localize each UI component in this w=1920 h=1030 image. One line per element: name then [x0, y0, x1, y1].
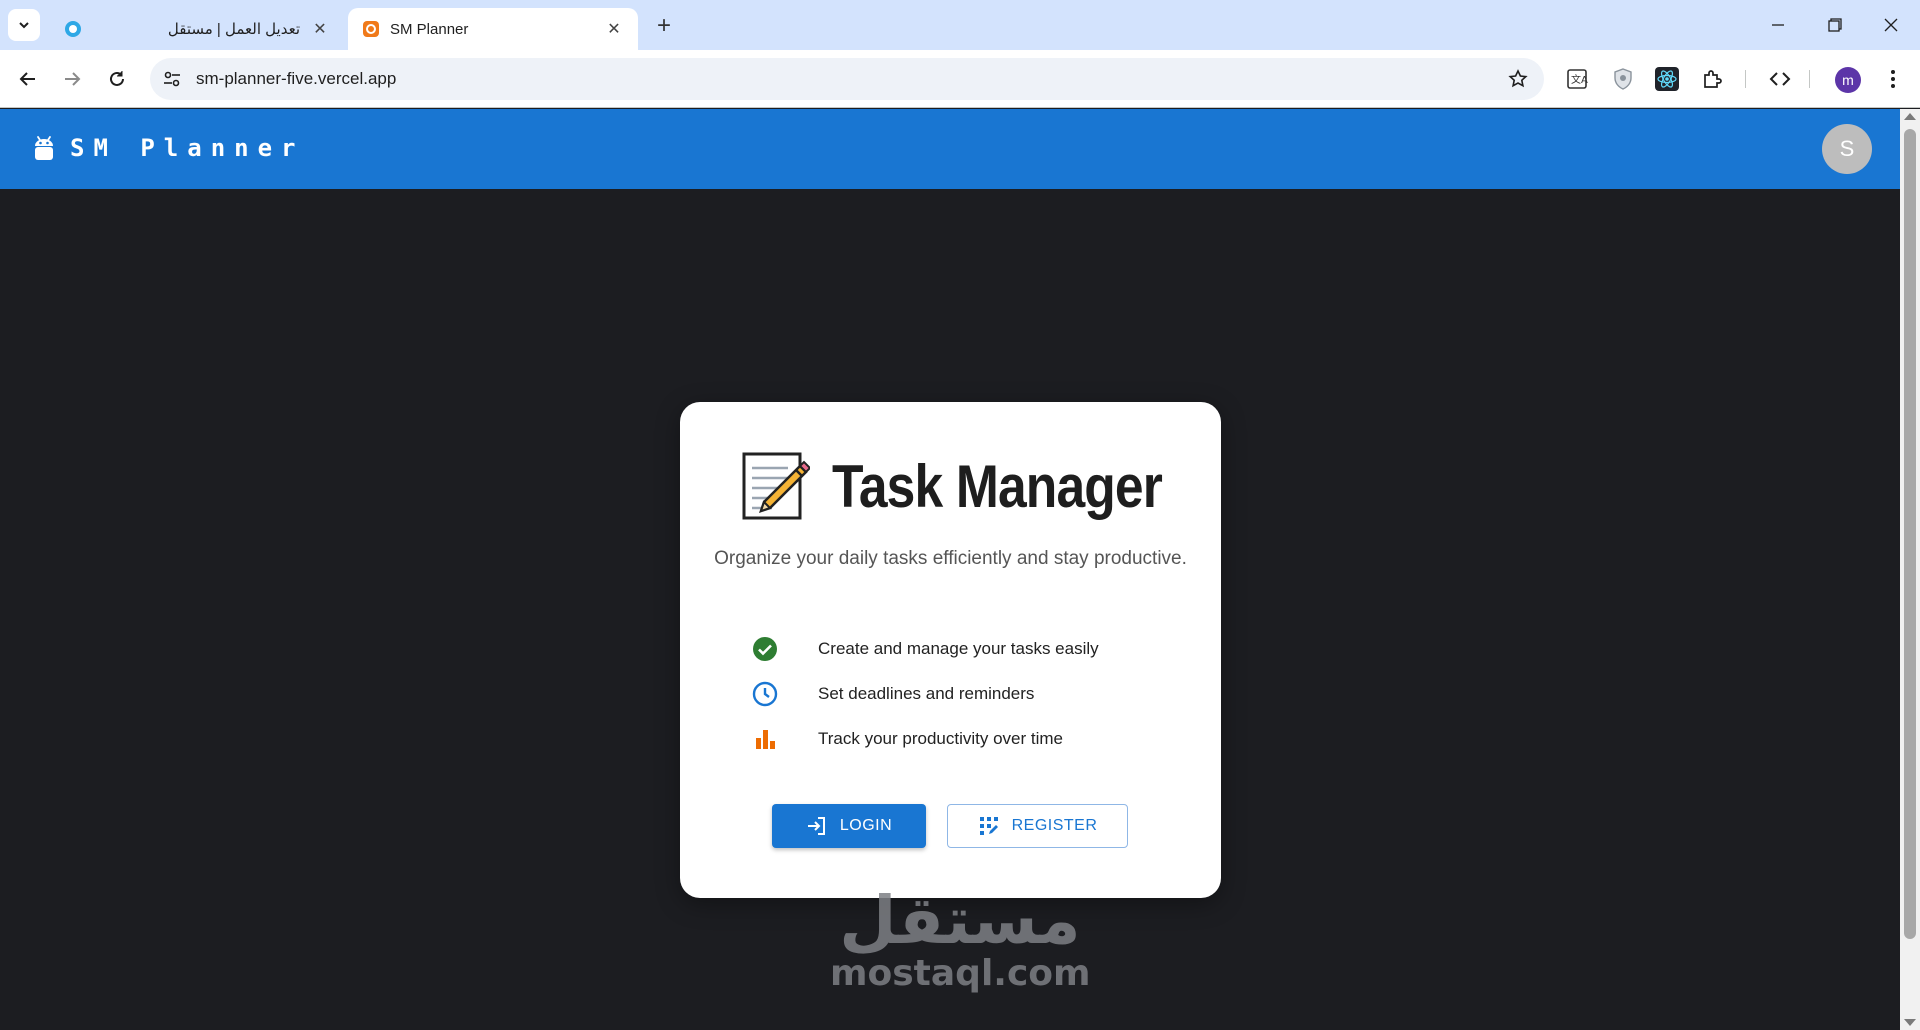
brand[interactable]: SM Planner — [32, 134, 305, 162]
tab-title: SM Planner — [390, 20, 469, 38]
feature-text: Create and manage your tasks easily — [818, 638, 1099, 658]
card-subtitle: Organize your daily tasks efficiently an… — [714, 548, 1187, 569]
tab-sm-planner[interactable]: SM Planner ✕ — [348, 8, 638, 50]
back-button[interactable] — [12, 63, 44, 95]
close-window-button[interactable] — [1862, 0, 1920, 50]
feature-text: Track your productivity over time — [818, 728, 1063, 748]
sm-planner-favicon-icon — [363, 21, 379, 37]
close-icon[interactable]: ✕ — [310, 19, 330, 39]
bar-chart-icon — [750, 724, 780, 754]
scrollbar-thumb[interactable] — [1904, 129, 1916, 939]
page-scrollbar[interactable] — [1900, 109, 1920, 1030]
arrow-left-icon — [19, 72, 35, 86]
more-menu-icon[interactable] — [1878, 64, 1908, 94]
shield-extension-icon[interactable] — [1608, 64, 1638, 94]
react-devtools-icon[interactable] — [1652, 64, 1682, 94]
browser-profile-avatar[interactable]: m — [1835, 67, 1861, 93]
login-button[interactable]: LOGIN — [772, 804, 926, 848]
scroll-up-arrow-icon[interactable] — [1904, 113, 1916, 120]
register-label: REGISTER — [1011, 817, 1098, 834]
feature-item: Track your productivity over time — [750, 716, 1099, 761]
brand-name: SM Planner — [70, 134, 305, 162]
tab-title: تعديل العمل | مستقل — [167, 21, 300, 38]
watermark-arabic: مستقل — [839, 882, 1081, 959]
url-text: sm-planner-five.vercel.app — [196, 69, 397, 88]
tab-search-button[interactable] — [8, 9, 40, 41]
check-circle-icon — [750, 634, 780, 664]
clock-icon — [750, 679, 780, 709]
close-icon — [1884, 18, 1898, 32]
card-header: Task Manager — [740, 450, 1216, 522]
puzzle-extensions-icon[interactable] — [1698, 64, 1728, 94]
code-icon[interactable] — [1765, 64, 1795, 94]
restore-icon — [1828, 18, 1842, 32]
restore-button[interactable] — [1806, 0, 1864, 50]
card-title: Task Manager — [832, 452, 1163, 520]
feature-item: Create and manage your tasks easily — [750, 626, 1099, 671]
app-registration-icon — [978, 815, 1000, 837]
login-icon — [806, 815, 828, 837]
android-logo-icon — [35, 136, 53, 160]
site-info-icon[interactable] — [160, 67, 184, 91]
mostaql-favicon-icon — [65, 21, 81, 37]
chevron-down-icon — [19, 22, 29, 29]
login-label: LOGIN — [839, 817, 893, 834]
app-header: SM Planner S — [0, 109, 1900, 189]
toolbar-separator — [1745, 70, 1746, 88]
minimize-icon — [1772, 24, 1784, 26]
browser-toolbar: sm-planner-five.vercel.app 文A m — [0, 50, 1920, 108]
scroll-down-arrow-icon[interactable] — [1904, 1019, 1916, 1026]
register-button[interactable]: REGISTER — [947, 804, 1128, 848]
tab-mostaql[interactable]: تعديل العمل | مستقل ✕ — [50, 8, 344, 50]
watermark-latin: mostaql.com — [830, 953, 1091, 994]
reload-icon — [110, 71, 124, 86]
arrow-right-icon — [65, 72, 81, 86]
forward-button[interactable] — [56, 63, 88, 95]
user-avatar[interactable]: S — [1822, 124, 1872, 174]
toolbar-separator — [1809, 70, 1810, 88]
new-tab-button[interactable]: + — [650, 12, 678, 40]
address-bar[interactable]: sm-planner-five.vercel.app — [150, 58, 1544, 100]
feature-list: Create and manage your tasks easily Set … — [750, 626, 1099, 761]
memo-icon — [742, 452, 810, 520]
welcome-card: Task Manager Organize your daily tasks e… — [680, 402, 1221, 898]
translate-extension-icon[interactable]: 文A — [1562, 64, 1592, 94]
bookmark-star-icon[interactable] — [1506, 67, 1530, 91]
close-icon[interactable]: ✕ — [604, 19, 624, 39]
minimize-button[interactable] — [1749, 0, 1807, 50]
mostaql-watermark: مستقل mostaql.com — [830, 882, 1091, 994]
feature-text: Set deadlines and reminders — [818, 683, 1035, 703]
reload-button[interactable] — [101, 63, 133, 95]
browser-tab-bar: تعديل العمل | مستقل ✕ SM Planner ✕ + — [0, 0, 1920, 50]
svg-text:文A: 文A — [1571, 73, 1588, 86]
feature-item: Set deadlines and reminders — [750, 671, 1099, 716]
